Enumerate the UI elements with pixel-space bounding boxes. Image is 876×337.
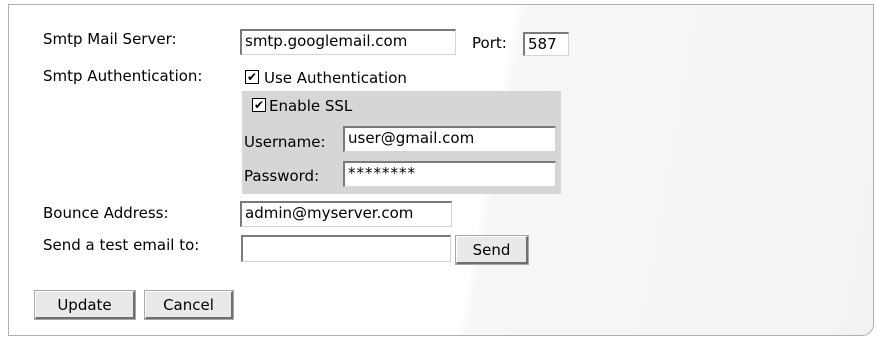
test-email-input[interactable] [241, 235, 451, 262]
send-button[interactable]: Send [455, 235, 529, 265]
port-label: Port: [472, 34, 507, 52]
use-auth-checkbox[interactable]: ✔ [245, 70, 259, 84]
bounce-address-input[interactable]: admin@myserver.com [240, 201, 452, 227]
enable-ssl-checkbox[interactable]: ✔ [252, 98, 266, 112]
bounce-address-label: Bounce Address: [43, 204, 169, 222]
password-label: Password: [244, 167, 320, 185]
smtp-server-label: Smtp Mail Server: [43, 30, 177, 48]
update-button[interactable]: Update [34, 290, 136, 320]
port-input[interactable]: 587 [523, 32, 569, 56]
test-email-label: Send a test email to: [43, 236, 200, 254]
cancel-button[interactable]: Cancel [144, 290, 234, 320]
email-settings-panel: Smtp Mail Server: smtp.googlemail.com Po… [8, 4, 874, 336]
username-input[interactable]: user@gmail.com [343, 126, 556, 152]
smtp-server-input[interactable]: smtp.googlemail.com [240, 29, 456, 55]
password-input[interactable]: ******** [343, 161, 556, 187]
use-auth-label: Use Authentication [264, 69, 407, 87]
smtp-auth-label: Smtp Authentication: [43, 67, 203, 85]
auth-details-group: ✔ Enable SSL Username: user@gmail.com Pa… [242, 91, 561, 194]
username-label: Username: [244, 133, 326, 151]
enable-ssl-label: Enable SSL [269, 97, 353, 115]
